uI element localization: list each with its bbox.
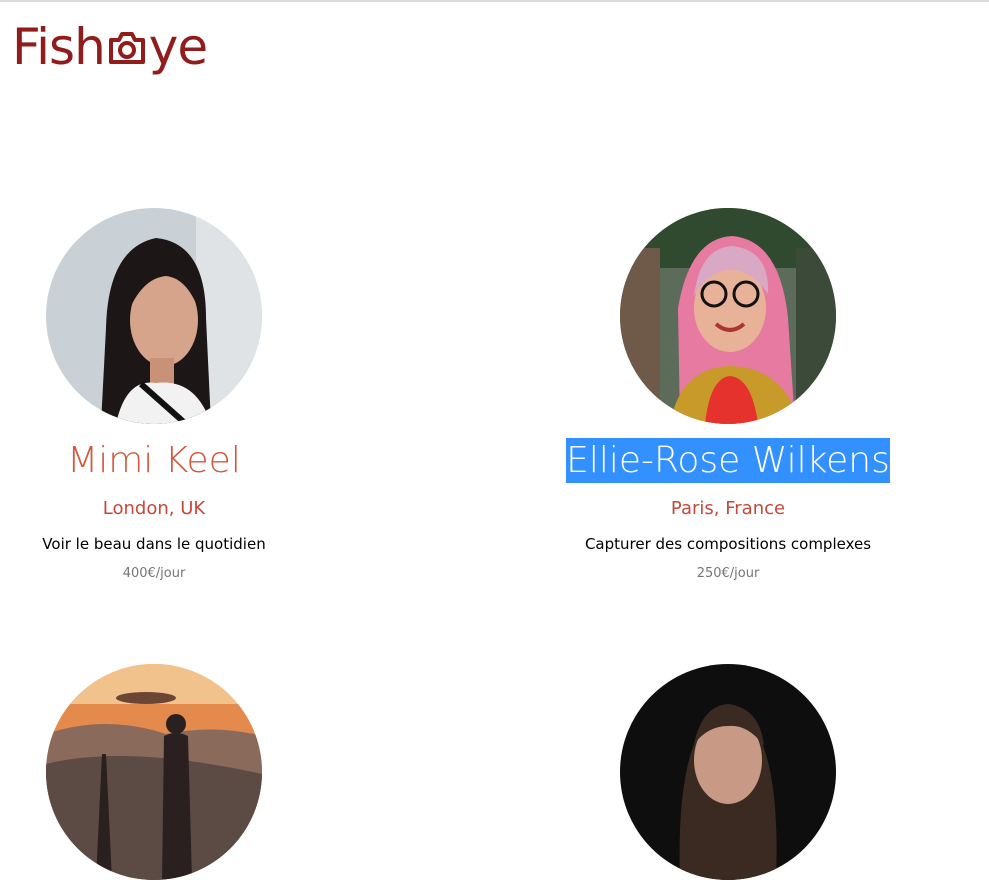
photographer-tagline: Capturer des compositions complexes [584, 535, 872, 553]
photographer-tagline: Voir le beau dans le quotidien [42, 535, 266, 553]
photographer-name-text: Ellie-Rose Wilkens [566, 438, 890, 483]
photographer-price: 250€/jour [696, 566, 760, 581]
photographer-portrait[interactable] [46, 664, 262, 880]
photographer-portrait[interactable] [620, 208, 836, 424]
photographer-portrait[interactable] [46, 208, 262, 424]
photographer-location: Paris, France [670, 498, 786, 519]
photographer-name[interactable]: Ellie-Rose Wilkens [518, 438, 938, 484]
photographer-name-text: Mimi Keel [67, 440, 241, 481]
photographer-card: Mimi Keel London, UK Voir le beau dans l… [0, 0, 364, 600]
photographer-name[interactable]: Mimi Keel [0, 438, 364, 484]
photographer-portrait[interactable] [620, 664, 836, 880]
photographer-card: Ellie-Rose Wilkens Paris, France Capture… [518, 0, 938, 600]
photographer-price: 400€/jour [122, 566, 186, 581]
photographer-location: London, UK [102, 498, 206, 519]
